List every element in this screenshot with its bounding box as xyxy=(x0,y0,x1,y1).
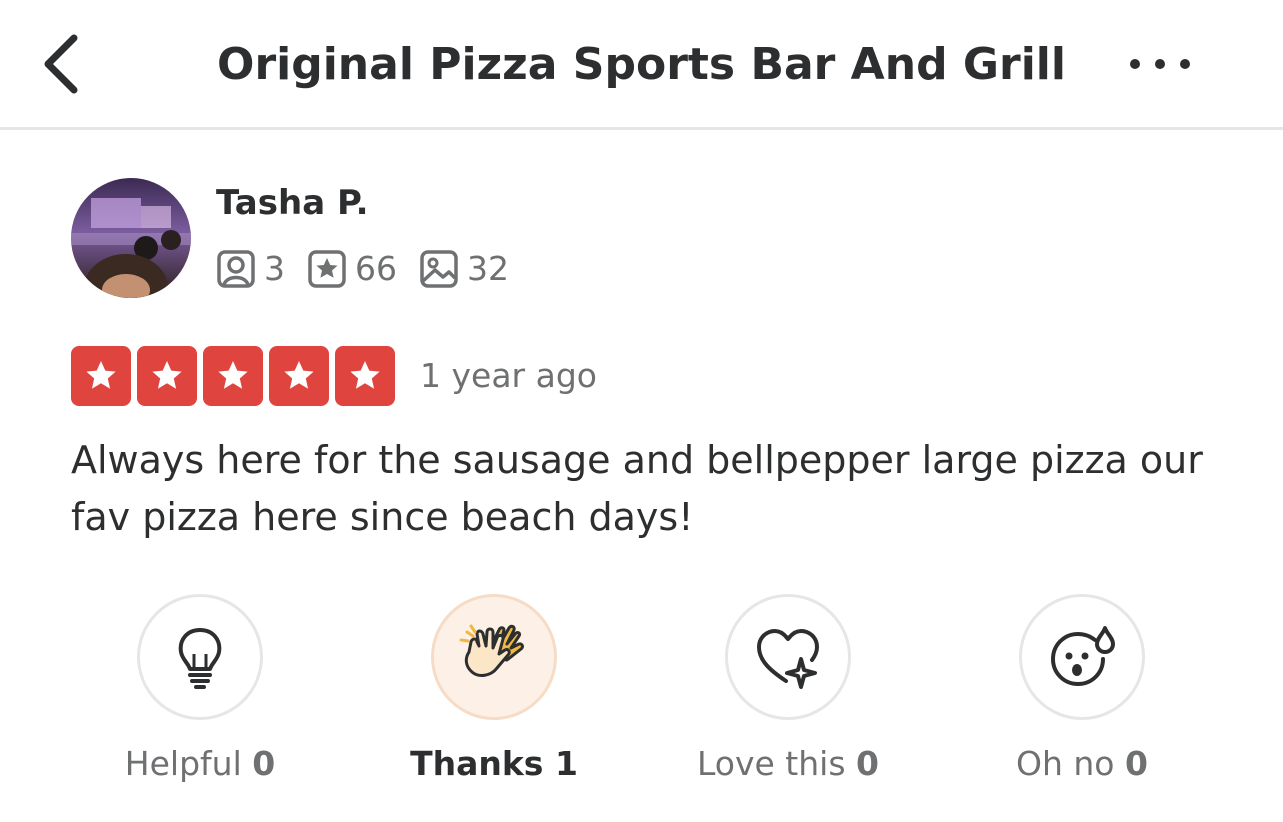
star-icon xyxy=(71,346,131,406)
reviews-count-value: 66 xyxy=(355,249,397,288)
reviews-count: 66 xyxy=(307,249,397,289)
reaction-thanks-label: Thanks 1 xyxy=(410,744,578,783)
reviewer-name[interactable]: Tasha P. xyxy=(216,182,369,224)
high-five-icon xyxy=(459,624,524,677)
page-title: Original Pizza Sports Bar And Grill xyxy=(217,39,1066,90)
reaction-love-this-count: 0 xyxy=(856,744,879,783)
back-button[interactable] xyxy=(30,28,90,100)
reaction-helpful-count: 0 xyxy=(252,744,276,783)
review-text: Always here for the sausage and bellpepp… xyxy=(71,438,1203,539)
lightbulb-icon xyxy=(178,628,222,689)
friends-count-value: 3 xyxy=(264,249,285,288)
reaction-helpful-button[interactable]: Helpful 0 xyxy=(70,594,330,786)
reaction-oh-no-circle[interactable] xyxy=(1019,594,1145,720)
reaction-thanks-circle[interactable] xyxy=(431,594,557,720)
avatar[interactable] xyxy=(71,178,191,298)
chevron-left-icon xyxy=(44,34,78,94)
reviewer-stats: 3 66 32 xyxy=(216,246,531,292)
reaction-thanks-button[interactable]: Thanks 1 xyxy=(364,594,624,786)
heart-sparkle-icon xyxy=(757,629,819,689)
photos-icon xyxy=(420,250,458,288)
star-icon xyxy=(137,346,197,406)
reviews-star-icon xyxy=(308,250,346,288)
star-icon xyxy=(203,346,263,406)
more-horizontal-icon xyxy=(1130,59,1190,69)
friends-count: 3 xyxy=(216,249,285,289)
reaction-love-this-label: Love this 0 xyxy=(696,744,879,783)
reaction-thanks-count: 1 xyxy=(554,744,578,783)
review-date: 1 year ago xyxy=(420,356,597,395)
reaction-oh-no-count: 0 xyxy=(1125,744,1148,783)
reaction-oh-no-button[interactable]: Oh no 0 xyxy=(952,594,1212,786)
reaction-love-this-button[interactable]: Love this 0 xyxy=(658,594,918,786)
friends-icon xyxy=(217,250,255,288)
reaction-love-this-circle[interactable] xyxy=(725,594,851,720)
reaction-helpful-circle[interactable] xyxy=(137,594,263,720)
star-rating xyxy=(71,346,395,406)
photos-count-value: 32 xyxy=(467,249,509,288)
star-icon xyxy=(335,346,395,406)
shocked-face-icon xyxy=(1050,626,1115,687)
star-icon xyxy=(269,346,329,406)
reaction-helpful-label: Helpful 0 xyxy=(124,744,276,783)
top-bar: Original Pizza Sports Bar And Grill xyxy=(0,0,1283,130)
photos-count: 32 xyxy=(419,249,509,289)
reaction-oh-no-label: Oh no 0 xyxy=(1016,744,1148,783)
more-options-button[interactable] xyxy=(1110,44,1210,84)
